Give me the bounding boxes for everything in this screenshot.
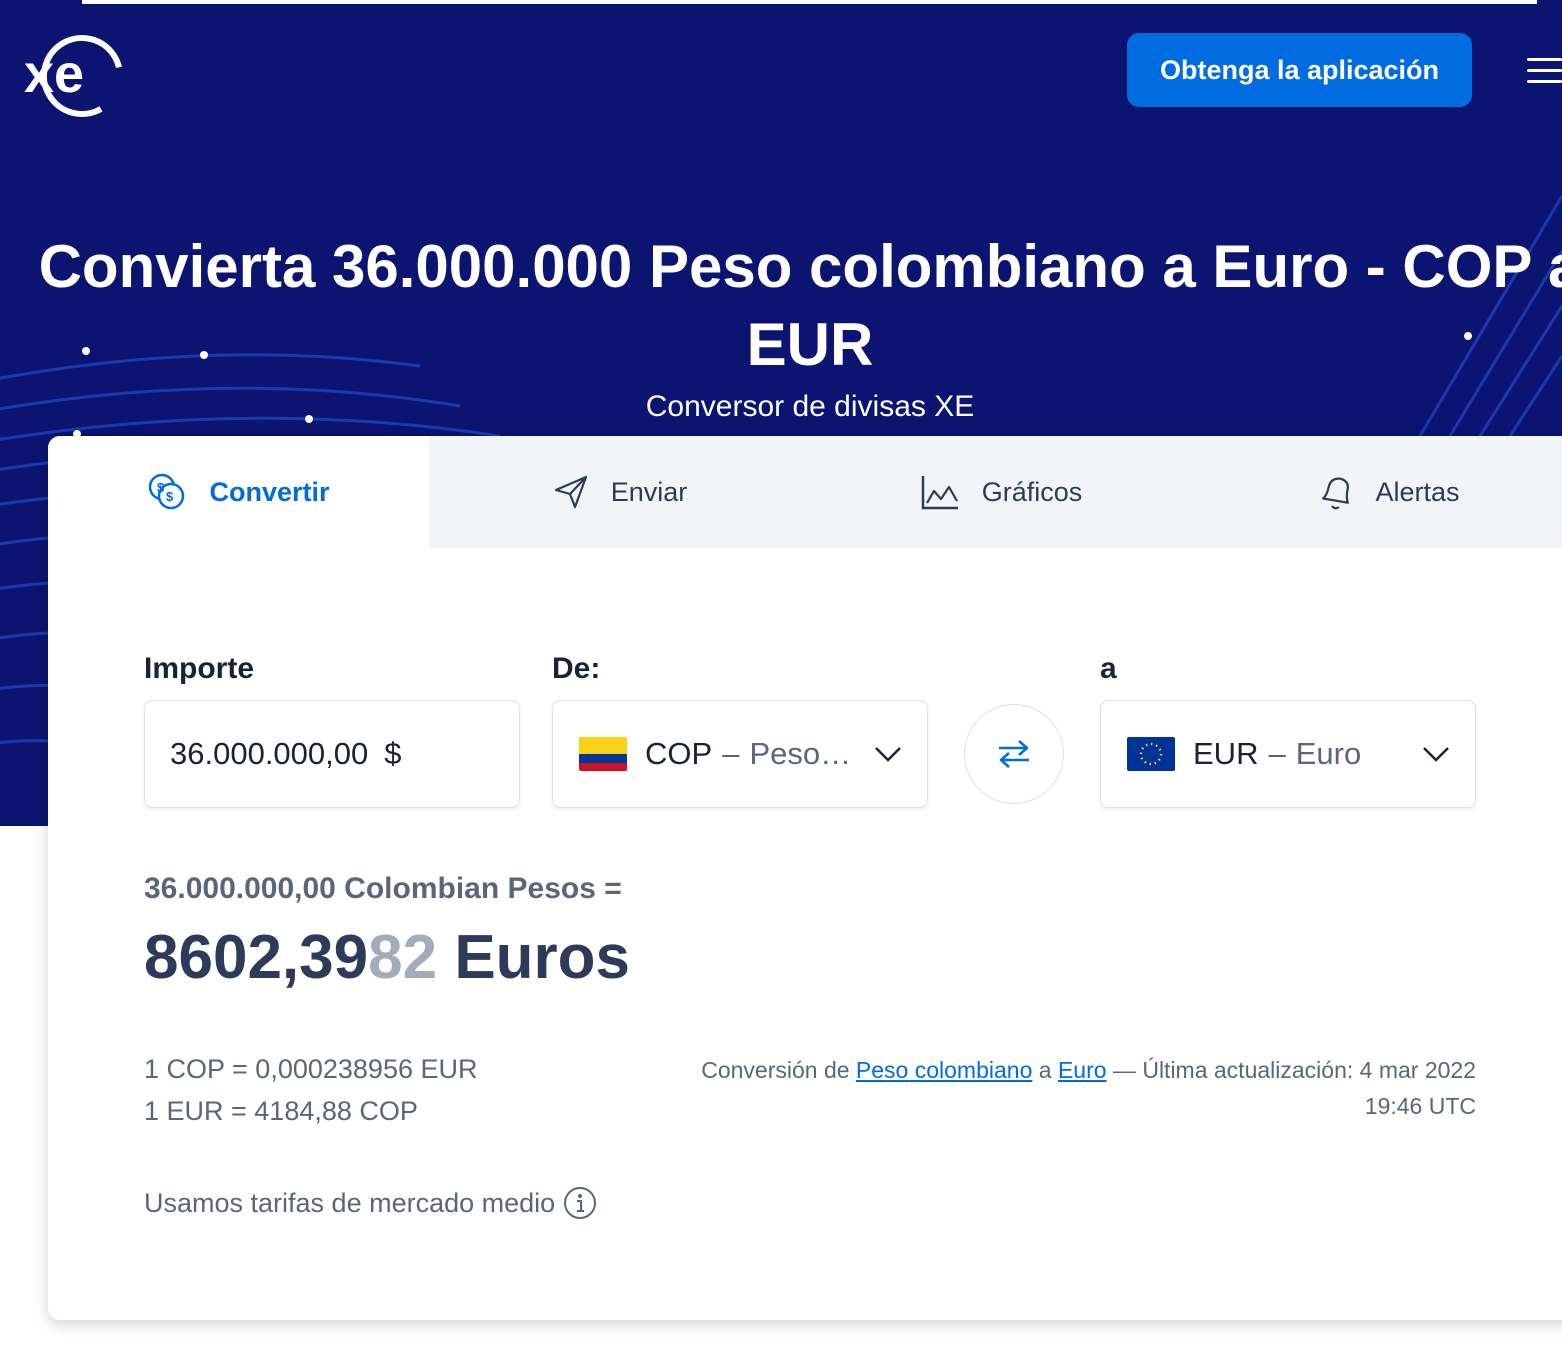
- info-icon[interactable]: [563, 1186, 597, 1220]
- coins-icon: $ $: [149, 473, 185, 510]
- rate-eur-to-cop: 1 EUR = 4184,88 COP: [144, 1096, 418, 1126]
- result-value-faded-digits: 82: [368, 923, 438, 992]
- bell-icon: [1322, 477, 1350, 510]
- tab-charts-label: Gráficos: [981, 476, 1083, 507]
- result-currency: Euros: [454, 923, 631, 992]
- result-converted-amount: 8602,3982 Euros: [144, 922, 630, 993]
- svg-text:$: $: [166, 489, 174, 504]
- send-icon: [554, 475, 587, 509]
- page-subtitle: Conversor de divisas XE: [645, 390, 975, 423]
- tab-send[interactable]: Enviar: [429, 436, 811, 548]
- result-value-main: 8602,39: [144, 923, 369, 992]
- last-updated-time: 19:46 UTC: [1364, 1093, 1476, 1119]
- tab-alerts-label: Alertas: [1375, 476, 1460, 507]
- result-source-amount: 36.000.000,00 Colombian Pesos =: [144, 872, 622, 905]
- tab-bar: $ $ Convertir Enviar Gráficos Alertas: [48, 436, 1562, 548]
- svg-text:$: $: [157, 480, 165, 495]
- amount-currency-symbol: $: [384, 736, 402, 771]
- from-currency-select[interactable]: COP – Peso…: [552, 700, 928, 808]
- converter-card: $ $ Convertir Enviar Gráficos Alertas Im…: [48, 436, 1562, 1320]
- hamburger-menu-icon[interactable]: [1527, 58, 1562, 84]
- svg-text:xe: xe: [24, 44, 84, 104]
- chevron-down-icon: [875, 747, 901, 762]
- amount-label: Importe: [144, 652, 255, 685]
- tab-charts[interactable]: Gráficos: [811, 436, 1191, 548]
- get-app-button[interactable]: Obtenga la aplicación: [1127, 33, 1472, 107]
- conversion-info: Conversión de Peso colombiano a Euro — Ú…: [608, 1052, 1476, 1124]
- tab-convert[interactable]: $ $ Convertir: [48, 436, 429, 548]
- amount-value: 36.000.000,00: [170, 736, 369, 771]
- chart-icon: [921, 476, 958, 510]
- eu-flag-icon: [1127, 737, 1175, 771]
- swap-arrows-icon: [999, 740, 1029, 768]
- from-label: De:: [552, 652, 601, 685]
- to-currency-select[interactable]: EUR – Euro: [1100, 700, 1476, 808]
- last-updated: — Última actualización: 4 mar 2022: [1112, 1057, 1476, 1083]
- to-currency-name: Euro: [1295, 736, 1362, 771]
- page-title: Convierta 36.000.000 Peso colombiano a E…: [38, 233, 1562, 378]
- midmarket-text: Usamos tarifas de mercado medio: [144, 1187, 556, 1218]
- peso-colombiano-link[interactable]: Peso colombiano: [856, 1057, 1032, 1083]
- colombia-flag-icon: [579, 737, 627, 771]
- chevron-down-icon: [1423, 747, 1449, 762]
- from-currency-name: Peso…: [749, 736, 852, 771]
- euro-link[interactable]: Euro: [1058, 1057, 1107, 1083]
- tab-alerts[interactable]: Alertas: [1191, 436, 1562, 548]
- to-currency-code: EUR: [1193, 736, 1259, 771]
- from-currency-code: COP: [645, 736, 713, 771]
- to-label: a: [1100, 652, 1117, 685]
- xe-logo[interactable]: xe: [22, 32, 126, 118]
- tab-convert-label: Convertir: [209, 476, 330, 507]
- amount-input[interactable]: 36.000.000,00 $: [144, 700, 520, 808]
- rate-cop-to-eur: 1 COP = 0,000238956 EUR: [144, 1054, 478, 1084]
- tab-send-label: Enviar: [610, 476, 688, 507]
- midmarket-note: Usamos tarifas de mercado medio: [144, 1186, 597, 1220]
- swap-currencies-button[interactable]: [964, 704, 1064, 804]
